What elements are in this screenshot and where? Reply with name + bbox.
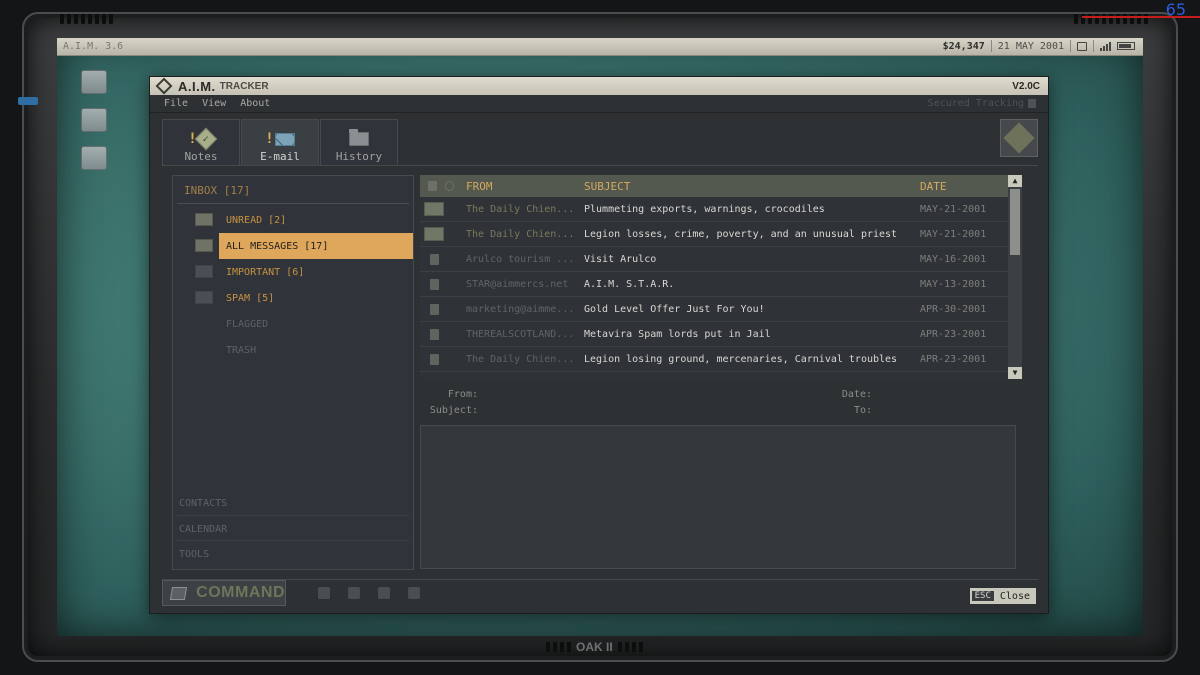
message-meta: From: Subject: Date: To:: [420, 385, 1022, 421]
close-button[interactable]: ESC Close: [969, 588, 1036, 604]
col-from[interactable]: FROM: [466, 180, 584, 193]
menu-about[interactable]: About: [240, 98, 270, 109]
folder-icon: [349, 129, 369, 146]
command-label: COMMAND: [196, 584, 285, 601]
folder-flagged[interactable]: FLAGGED: [219, 311, 413, 337]
tools-link[interactable]: TOOLS: [177, 540, 409, 565]
brand-label: OAK II: [576, 640, 613, 654]
envelope-icon: [195, 265, 213, 278]
date-label: Date:: [841, 389, 872, 400]
email-row[interactable]: The Daily Chien... Legion losing ground, …: [420, 347, 1022, 372]
folder-important[interactable]: IMPORTANT [6]: [195, 259, 413, 285]
tab-email[interactable]: ! E-mail: [241, 119, 319, 165]
calendar-link[interactable]: CALENDAR: [177, 515, 409, 540]
folder-panel: INBOX [17] UNREAD [2] ALL MESSAGES [17] …: [172, 175, 414, 570]
trash-icon: [430, 328, 439, 340]
search-icon[interactable]: [348, 587, 360, 599]
envelope-icon: [195, 239, 213, 252]
calculator-desktop-icon[interactable]: [81, 70, 107, 94]
window-icon[interactable]: [1077, 41, 1087, 51]
scroll-thumb[interactable]: [1010, 189, 1020, 255]
menu-bar: File View About Secured Tracking: [150, 95, 1048, 113]
inbox-header[interactable]: INBOX [17]: [177, 176, 409, 204]
email-list: FROM SUBJECT DATE The Daily Chien... Plum…: [420, 175, 1022, 379]
trash-icon: [430, 253, 439, 265]
brand-plate: OAK II: [546, 640, 643, 654]
money-display: $24,347: [942, 40, 985, 52]
fps-line: [1082, 16, 1200, 18]
menu-file[interactable]: File: [164, 98, 188, 109]
delete-icon[interactable]: [408, 587, 420, 599]
lock-icon: [1028, 99, 1036, 108]
scroll-down-icon[interactable]: ▼: [1008, 367, 1022, 379]
email-row[interactable]: THEREALSCOTLAND... Metavira Spam lords pu…: [420, 322, 1022, 347]
aim-logo-icon: [155, 77, 173, 95]
taskbar-title: A.I.M. 3.6: [63, 41, 124, 52]
email-row[interactable]: Arulco tourism ... Visit Arulco MAY-16-200…: [420, 247, 1022, 272]
esc-key: ESC: [971, 591, 994, 601]
vent-top-left: [60, 14, 113, 24]
attachment-icon[interactable]: [445, 181, 454, 191]
tab-history[interactable]: History: [320, 119, 398, 165]
envelope-icon: [274, 132, 295, 146]
tab-history-label: History: [335, 150, 383, 163]
folder-trash[interactable]: TRASH: [219, 337, 413, 363]
title-bar[interactable]: A.I.M. TRACKER V2.0C: [150, 77, 1048, 95]
to-label: To:: [853, 405, 872, 416]
trash-icon[interactable]: [428, 181, 437, 191]
save-icon[interactable]: [318, 587, 330, 599]
scroll-up-icon[interactable]: ▲: [1008, 175, 1022, 187]
folder-all-messages[interactable]: ALL MESSAGES [17]: [195, 233, 413, 259]
tab-notes[interactable]: ! ✓ Notes: [162, 119, 240, 165]
from-label: From:: [447, 389, 478, 400]
side-indicator: [18, 97, 38, 105]
envelope-icon: [424, 202, 444, 216]
aim-logo-button[interactable]: [1000, 119, 1038, 157]
secured-tracking: Secured Tracking: [928, 98, 1036, 109]
list-scrollbar[interactable]: ▲ ▼: [1008, 175, 1022, 379]
col-subject[interactable]: SUBJECT: [584, 180, 920, 193]
date-display: 21 MAY 2001: [997, 40, 1064, 52]
trash-icon: [430, 353, 439, 365]
message-body[interactable]: [420, 425, 1016, 569]
command-button[interactable]: COMMAND: [162, 580, 286, 606]
envelope-icon: [424, 227, 444, 241]
notes-icon: ✓: [194, 127, 218, 151]
tab-email-label: E-mail: [260, 150, 300, 163]
email-row[interactable]: STAR@aimmercs.net A.I.M. S.T.A.R. MAY-13-2…: [420, 272, 1022, 297]
window-title: A.I.M.: [178, 78, 216, 94]
close-label: Close: [999, 590, 1030, 602]
envelope-icon: [195, 213, 213, 226]
tab-notes-label: Notes: [184, 150, 218, 163]
chevron-logo-icon: [1003, 122, 1035, 154]
command-icon: [169, 586, 188, 600]
trash-icon: [430, 278, 439, 290]
command-tools: [318, 587, 420, 599]
email-row[interactable]: The Daily Chien... Legion losses, crime, …: [420, 222, 1022, 247]
tab-bar: ! ✓ Notes ! E-mail History: [162, 119, 399, 165]
taskbar: A.I.M. 3.6 $24,347 21 MAY 2001: [57, 38, 1143, 56]
screen: A.I.M. 3.6 $24,347 21 MAY 2001 A.I.M. TR…: [57, 38, 1143, 636]
pin-icon[interactable]: [378, 587, 390, 599]
email-row[interactable]: The Daily Chien... Plummeting exports, wa…: [420, 197, 1022, 222]
envelope-icon: [195, 291, 213, 304]
signal-icon: [1100, 41, 1111, 51]
email-row[interactable]: marketing@aimme... Gold Level Offer Just …: [420, 297, 1022, 322]
trash-icon: [430, 303, 439, 315]
folder-unread[interactable]: UNREAD [2]: [195, 207, 413, 233]
subject-label: Subject:: [429, 405, 478, 416]
folder-spam[interactable]: SPAM [5]: [195, 285, 413, 311]
contacts-link[interactable]: CONTACTS: [177, 490, 409, 515]
aim-tracker-window: A.I.M. TRACKER V2.0C File View About Sec…: [149, 76, 1049, 614]
version-label: V2.0C: [1012, 80, 1040, 92]
calendar-desktop-icon[interactable]: [81, 146, 107, 170]
battery-icon: [1117, 42, 1135, 50]
window-subtitle: TRACKER: [219, 80, 269, 92]
menu-view[interactable]: View: [202, 98, 226, 109]
list-header: FROM SUBJECT DATE: [420, 175, 1022, 197]
col-date[interactable]: DATE: [920, 180, 947, 193]
printer-desktop-icon[interactable]: [81, 108, 107, 132]
